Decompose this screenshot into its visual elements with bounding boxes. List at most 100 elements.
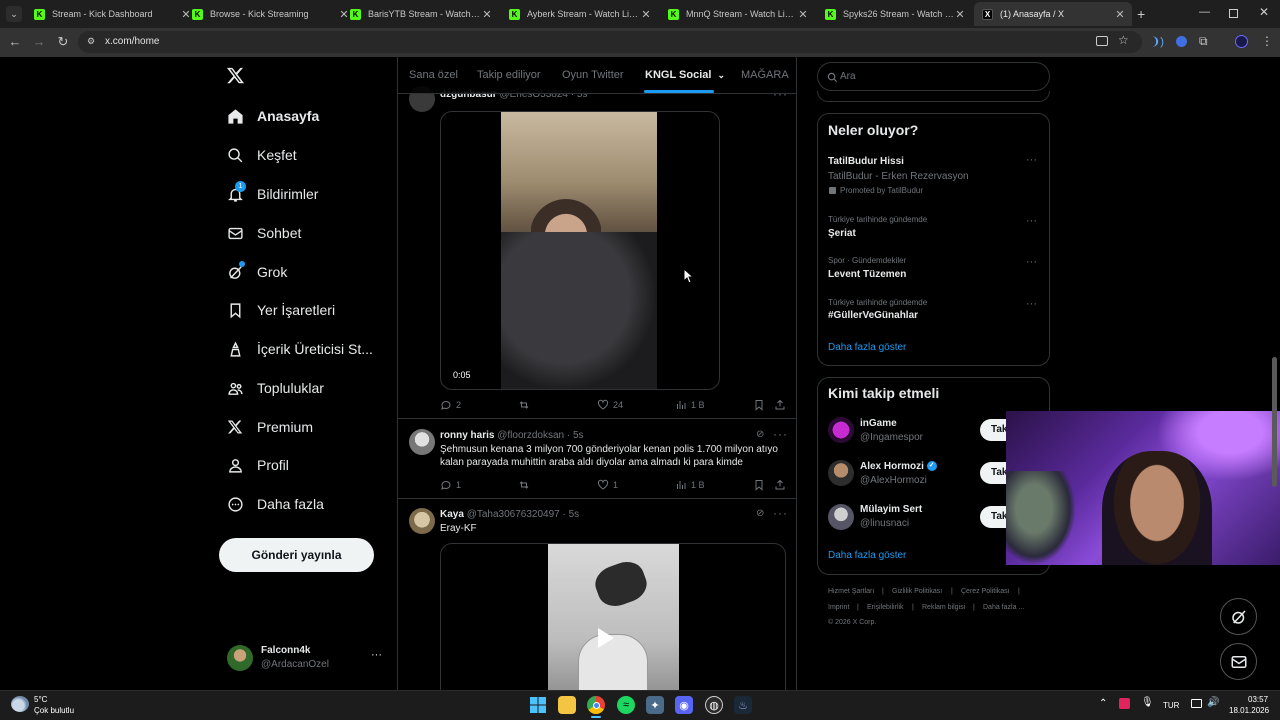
bookmark-button[interactable] (753, 399, 769, 411)
profile-avatar-icon[interactable] (1235, 35, 1248, 48)
tab-search-button[interactable]: ⌄ (6, 6, 22, 22)
nav-premium[interactable]: Premium (226, 412, 313, 442)
nav-bookmarks[interactable]: Yer İşaretleri (226, 295, 335, 325)
like-button[interactable]: 1 (597, 479, 618, 491)
share-button[interactable] (774, 399, 790, 411)
footer-privacy[interactable]: Gizlilik Politikası (892, 588, 942, 595)
trend-more-icon[interactable]: ··· (1026, 154, 1037, 166)
nav-explore[interactable]: Keşfet (226, 140, 297, 170)
tweet-more-icon[interactable]: ··· (773, 506, 788, 520)
close-window-button[interactable]: ✕ (1259, 5, 1269, 19)
install-app-icon[interactable] (1096, 36, 1108, 46)
clock-date[interactable]: 18.01.2026 (1229, 706, 1269, 715)
footer-accessibility[interactable]: Erişilebilirlik (867, 604, 904, 611)
search-box[interactable]: Ara (817, 62, 1050, 91)
trend-name[interactable]: TatilBudur Hissi (828, 156, 904, 167)
chrome-icon[interactable] (587, 696, 605, 714)
grok-icon[interactable]: ⊘ (756, 508, 764, 519)
file-explorer-icon[interactable] (558, 696, 576, 714)
browser-tab[interactable]: K Spyks26 Stream - Watch Live o ✕ (817, 2, 972, 26)
browser-menu-icon[interactable]: ⋮ (1261, 34, 1273, 48)
browser-tab-active[interactable]: X (1) Anasayfa / X ✕ (974, 2, 1132, 26)
close-icon[interactable]: ✕ (1114, 8, 1126, 21)
app-icon[interactable]: ✦ (646, 696, 664, 714)
language-indicator[interactable]: TUR (1163, 701, 1179, 710)
site-info-icon[interactable]: ⚙ (87, 36, 95, 47)
tray-chevron-icon[interactable]: ⌃ (1099, 698, 1107, 709)
trend-more-icon[interactable]: ··· (1026, 256, 1037, 268)
nav-creator-studio[interactable]: İçerik Üreticisi St... (226, 334, 373, 364)
browser-tab[interactable]: K BarisYTB Stream - Watch Live o ✕ (342, 2, 499, 26)
footer-imprint[interactable]: Imprint (828, 604, 849, 611)
omnibox[interactable] (78, 31, 1142, 53)
restore-button[interactable] (1229, 9, 1238, 18)
nav-notifications[interactable]: 1 Bildirimler (226, 179, 318, 209)
suggestion-name[interactable]: inGame (860, 418, 897, 429)
tweet-more-icon[interactable]: ··· (773, 427, 788, 441)
network-icon[interactable] (1191, 699, 1202, 708)
trend-name[interactable]: Levent Tüzemen (828, 269, 906, 280)
volume-icon[interactable]: 🔊 (1207, 697, 1219, 708)
nav-profile[interactable]: Profil (226, 450, 289, 480)
reply-button[interactable]: 2 (440, 399, 461, 411)
browser-tab[interactable]: K MnnQ Stream - Watch Live on ✕ (660, 2, 815, 26)
steam-icon[interactable]: ♨ (734, 696, 752, 714)
close-icon[interactable]: ✕ (640, 8, 652, 21)
extension-audio-icon[interactable]: ❩) (1151, 35, 1164, 48)
repost-button[interactable] (518, 479, 534, 491)
new-tab-button[interactable]: + (1137, 6, 1145, 22)
spotify-icon[interactable]: ≈ (617, 696, 635, 714)
extension-icon[interactable] (1176, 36, 1187, 47)
nav-home[interactable]: Anasayfa (226, 101, 319, 131)
grok-icon[interactable]: ⊘ (756, 429, 764, 440)
share-button[interactable] (774, 479, 790, 491)
trend-name[interactable]: Şeriat (828, 228, 856, 239)
trend-more-icon[interactable]: ··· (1026, 298, 1037, 310)
tweet[interactable]: dzgunbasur @EnesO53824 · 5s ··· 0:05 2 2… (398, 80, 796, 419)
windows-start-icon[interactable] (529, 696, 547, 714)
nav-chat[interactable]: Sohbet (226, 218, 301, 248)
trend-more-icon[interactable]: ··· (1026, 215, 1037, 227)
trends-show-more[interactable]: Daha fazla göster (828, 342, 906, 353)
bookmark-button[interactable] (753, 479, 769, 491)
browser-tab[interactable]: K Ayberk Stream - Watch Live on ✕ (501, 2, 658, 26)
footer-cookies[interactable]: Çerez Politikası (961, 588, 1010, 595)
tweet-media[interactable] (440, 543, 786, 690)
tab-following[interactable]: Takip ediliyor (477, 69, 541, 81)
clock-time[interactable]: 03:57 (1248, 695, 1268, 704)
back-icon[interactable]: ← (7, 34, 23, 50)
microphone-icon[interactable]: 🎙 (1141, 697, 1154, 708)
weather-icon[interactable] (11, 696, 29, 712)
reply-button[interactable]: 1 (440, 479, 461, 491)
tray-app-icon[interactable] (1119, 698, 1130, 709)
page-scrollbar[interactable] (1272, 357, 1277, 487)
footer-more[interactable]: Daha fazla ... (983, 604, 1024, 611)
grok-floating-button[interactable] (1220, 598, 1257, 635)
play-icon[interactable] (598, 628, 614, 648)
suggestion-name[interactable]: Mülayim Sert (860, 504, 922, 515)
post-button[interactable]: Gönderi yayınla (219, 538, 374, 572)
footer-ads-info[interactable]: Reklam bilgisi (922, 604, 965, 611)
tab-kngl-social[interactable]: KNGL Social ⌄ (645, 69, 725, 81)
obs-icon[interactable]: ◍ (705, 696, 723, 714)
weather-temp[interactable]: 5°C (34, 695, 47, 704)
weather-desc[interactable]: Çok bulutlu (34, 706, 74, 715)
close-icon[interactable]: ✕ (481, 8, 493, 21)
forward-icon[interactable]: → (31, 34, 47, 50)
close-icon[interactable]: ✕ (954, 8, 966, 21)
tweet[interactable]: ronny haris @floorzdoksan · 5s ⊘ ··· Şeh… (398, 420, 796, 499)
repost-button[interactable] (518, 399, 534, 411)
x-logo[interactable] (226, 66, 246, 86)
account-more-icon[interactable]: ··· (371, 649, 382, 661)
tab-oyun-twitter[interactable]: Oyun Twitter (562, 69, 624, 81)
views-button[interactable]: 1 B (675, 479, 705, 491)
tweet-video[interactable]: 0:05 (440, 111, 720, 390)
close-icon[interactable]: ✕ (797, 8, 809, 21)
like-button[interactable]: 24 (597, 399, 623, 411)
nav-more[interactable]: Daha fazla (226, 489, 324, 519)
extensions-puzzle-icon[interactable]: ⧉ (1199, 34, 1208, 49)
nav-grok[interactable]: Grok (226, 257, 287, 287)
tweet[interactable]: Kaya @Taha30676320497 · 5s ⊘ ··· Eray-KF (398, 500, 796, 690)
tab-for-you[interactable]: Sana özel (409, 69, 458, 81)
suggestion-name[interactable]: Alex Hormozi ✓ (860, 461, 937, 472)
